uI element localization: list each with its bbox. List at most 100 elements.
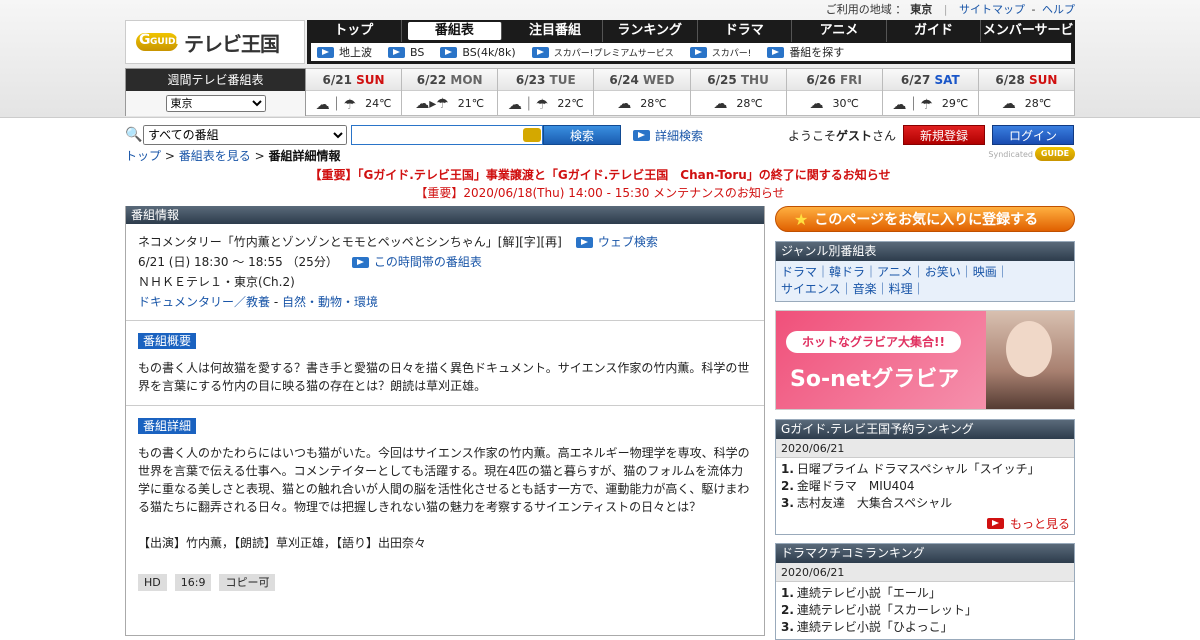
- gguide-icon: [523, 128, 541, 142]
- list-item[interactable]: 2. 金曜ドラマ MIU404: [781, 478, 1069, 495]
- list-item[interactable]: 3. 志村友達 大集合スペシャル: [781, 495, 1069, 512]
- subnav-search-program[interactable]: 番組を探す: [767, 44, 844, 60]
- list-item[interactable]: 1. 日曜プライム ドラマスペシャル「スイッチ」: [781, 461, 1069, 478]
- login-button[interactable]: ログイン: [992, 125, 1074, 145]
- detail-tag: 番組詳細: [138, 418, 197, 434]
- genre-link-nature[interactable]: 自然・動物・環境: [282, 292, 378, 312]
- nav-guide[interactable]: ガイド: [887, 20, 982, 42]
- temperature: 28℃: [736, 97, 763, 110]
- arrow-icon: [575, 236, 593, 248]
- list-item[interactable]: 1. 連続テレビ小説「エール」: [781, 585, 1069, 602]
- web-search-link[interactable]: ウェブ検索: [575, 232, 658, 252]
- syndicated-logo: Syndicated GUIDE: [988, 147, 1075, 161]
- day-cell[interactable]: 6/28 SUN ☁ 28℃: [978, 68, 1075, 116]
- day-cell[interactable]: 6/22 MON ☁▸☂ 21℃: [402, 68, 499, 116]
- gguide-logo-icon: GUIDE: [1035, 147, 1075, 161]
- weather-forecast: ☁ 28℃: [691, 91, 786, 116]
- day-cell[interactable]: 6/21 SUN ☁｜☂ 24℃: [306, 68, 403, 116]
- genre-link-documentary[interactable]: ドキュメンタリー／教養: [138, 292, 270, 312]
- section-header: 番組情報: [126, 206, 764, 224]
- nav-member[interactable]: メンバーサービス: [981, 20, 1075, 60]
- search-button[interactable]: 検索: [543, 125, 621, 145]
- welcome-text: ようこそゲストさん: [788, 128, 897, 143]
- genre-links[interactable]: ドラマ｜韓ドラ｜アニメ｜お笑い｜映画｜ サイエンス｜音楽｜料理｜: [776, 261, 1074, 301]
- temperature: 29℃: [941, 97, 969, 110]
- nav-ranking[interactable]: ランキング: [603, 20, 698, 42]
- advanced-search-link[interactable]: 詳細検索: [633, 127, 703, 144]
- weekly-schedule-bar: 週間テレビ番組表 東京 6/21 SUN ☁｜☂ 24℃ 6/22 MON ☁▸☂ 21℃…: [125, 68, 1075, 116]
- weather-forecast: ☁ 30℃: [787, 91, 882, 116]
- list-item[interactable]: 3. 連続テレビ小説「ひよっこ」: [781, 619, 1069, 636]
- day-cell[interactable]: 6/24 WED ☁ 28℃: [594, 68, 691, 116]
- day-date[interactable]: 6/28 SUN: [978, 69, 1074, 91]
- day-date[interactable]: 6/22 MON: [402, 69, 498, 91]
- subnav-skyperfect[interactable]: スカパー!: [689, 46, 751, 59]
- genre-sep: -: [270, 295, 282, 309]
- subnav-bs4k[interactable]: BS(4k/8k): [440, 46, 516, 59]
- day-list: 6/21 SUN ☁｜☂ 24℃ 6/22 MON ☁▸☂ 21℃ 6/23 TUE ☁｜☂ 2…: [306, 68, 1075, 116]
- temperature: 28℃: [640, 97, 667, 110]
- site-logo[interactable]: GUIDE テレビ王国: [125, 20, 305, 64]
- favorite-button[interactable]: ★ このページをお気に入りに登録する: [775, 206, 1075, 232]
- breadcrumb-sep: >: [254, 149, 265, 163]
- weekly-label[interactable]: 週間テレビ番組表: [126, 69, 305, 91]
- nav-top[interactable]: トップ: [307, 20, 402, 42]
- search-bar: 🔍 すべての番組 検索 詳細検索 ようこそゲストさん 新規登録 ログイン: [125, 124, 1075, 146]
- day-date[interactable]: 6/27 SAT: [882, 69, 978, 91]
- sidebar: ★ このページをお気に入りに登録する ジャンル別番組表 ドラマ｜韓ドラ｜アニメ｜お…: [775, 206, 1075, 640]
- day-date[interactable]: 6/21 SUN: [306, 69, 402, 91]
- time-slot-link[interactable]: この時間帯の番組表: [351, 252, 482, 272]
- main-nav: トップ 番組表 注目番組 ランキング ドラマ アニメ ガイド メンバーサービス: [307, 20, 1075, 60]
- nav-anime[interactable]: アニメ: [792, 20, 887, 42]
- weather-icon: ☁｜☂: [892, 96, 933, 113]
- nav-drama[interactable]: ドラマ: [698, 20, 793, 42]
- notice-important-1[interactable]: 【重要】「Gガイド.テレビ王国」事業譲渡と「Gガイド.テレビ王国 Chan-To…: [309, 168, 890, 182]
- chip-hd: HD: [138, 574, 167, 591]
- region-select[interactable]: 東京: [165, 95, 266, 112]
- subnav-bs[interactable]: BS: [388, 46, 424, 59]
- day-cell[interactable]: 6/27 SAT ☁｜☂ 29℃: [882, 68, 979, 116]
- help-link[interactable]: ヘルプ: [1042, 3, 1075, 16]
- ad-photo: [986, 311, 1074, 409]
- ranking-date: 2020/06/21: [776, 563, 1074, 582]
- chip-copy: コピー可: [219, 574, 276, 591]
- day-cell[interactable]: 6/23 TUE ☁｜☂ 22℃: [498, 68, 595, 116]
- weather-forecast: ☁｜☂ 29℃: [883, 91, 978, 116]
- weather-icon: ☁▸☂: [415, 95, 449, 112]
- nav-program-table[interactable]: 番組表: [407, 22, 503, 40]
- day-cell[interactable]: 6/25 THU ☁ 28℃: [690, 68, 787, 116]
- ad-banner[interactable]: ホットなグラビア大集合!! So-netグラビア: [775, 310, 1075, 410]
- region-select-wrap: 東京: [126, 91, 305, 116]
- subnav-terrestrial[interactable]: 地上波: [317, 44, 372, 60]
- weather-forecast: ☁▸☂ 21℃: [402, 91, 497, 116]
- day-date[interactable]: 6/25 THU: [690, 69, 786, 91]
- notice-important-2[interactable]: 【重要】2020/06/18(Thu) 14:00 - 15:30 メンテナンス…: [415, 186, 784, 200]
- register-button[interactable]: 新規登録: [903, 125, 985, 145]
- day-cell[interactable]: 6/26 FRI ☁ 30℃: [786, 68, 883, 116]
- weather-icon: ☁: [1001, 95, 1016, 112]
- subnav-skyperfect-premium[interactable]: スカパー!プレミアムサービス: [531, 46, 674, 59]
- global-nav: トップ 番組表 注目番組 ランキング ドラマ アニメ ガイド メンバーサービス …: [307, 20, 1075, 64]
- day-date[interactable]: 6/23 TUE: [498, 69, 594, 91]
- breadcrumb-program-table[interactable]: 番組表を見る: [179, 149, 251, 163]
- detail-text: もの書く人のかたわらにはいつも猫がいた。今回はサイエンス作家の竹内薫。高エネルギ…: [138, 446, 750, 514]
- day-date[interactable]: 6/24 WED: [594, 69, 690, 91]
- breadcrumb-top[interactable]: トップ: [125, 149, 161, 163]
- genre-box: ジャンル別番組表 ドラマ｜韓ドラ｜アニメ｜お笑い｜映画｜ サイエンス｜音楽｜料理…: [775, 241, 1075, 302]
- list-item[interactable]: 2. 連続テレビ小説「スカーレット」: [781, 602, 1069, 619]
- more-link[interactable]: もっと見る: [776, 515, 1074, 534]
- attribute-chips: HD 16:9 コピー可: [138, 574, 752, 591]
- nav-featured[interactable]: 注目番組: [508, 20, 603, 42]
- weather-icon: ☁: [617, 95, 632, 112]
- search-input[interactable]: [351, 125, 543, 145]
- ranking-title: Gガイド.テレビ王国予約ランキング: [776, 420, 1074, 439]
- sitemap-link[interactable]: サイトマップ: [959, 3, 1025, 16]
- dash: -: [1031, 3, 1036, 16]
- genre-line-2[interactable]: サイエンス｜音楽｜料理｜: [781, 282, 925, 296]
- star-icon: ★: [794, 209, 809, 229]
- summary-tag: 番組概要: [138, 333, 197, 349]
- weather-forecast: ☁ 28℃: [979, 91, 1074, 116]
- genre-line-1[interactable]: ドラマ｜韓ドラ｜アニメ｜お笑い｜映画｜: [781, 265, 1009, 279]
- day-date[interactable]: 6/26 FRI: [786, 69, 882, 91]
- search-category-select[interactable]: すべての番組: [143, 125, 347, 145]
